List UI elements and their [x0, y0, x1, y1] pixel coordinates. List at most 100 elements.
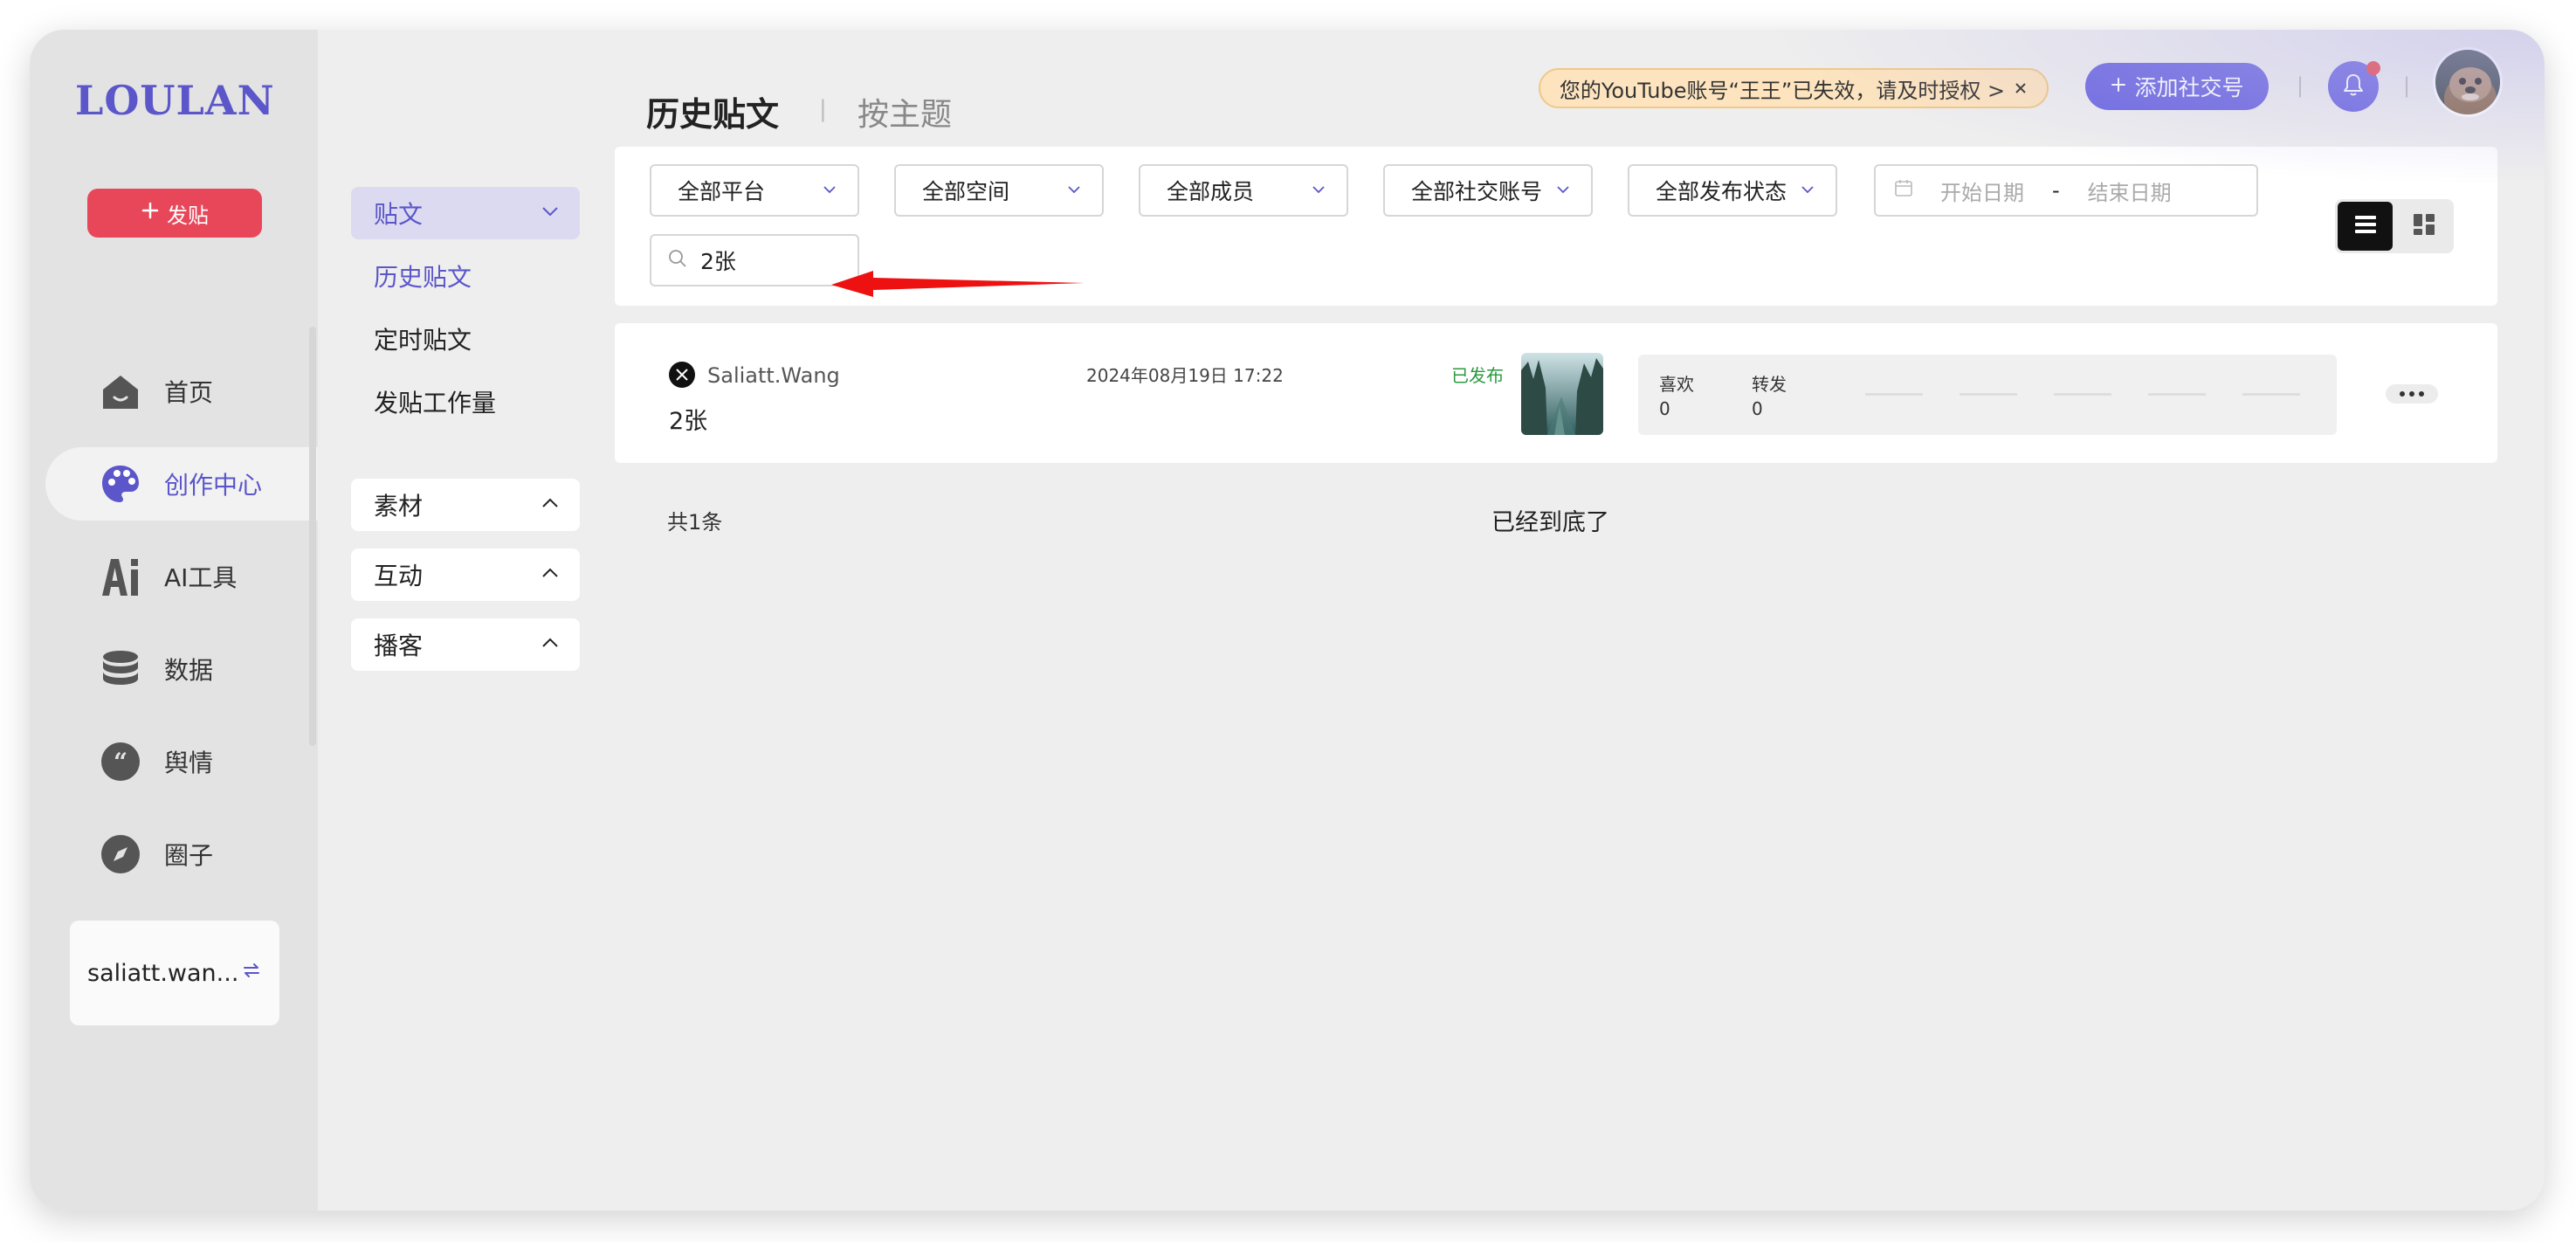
account-switcher[interactable]: saliatt.wan... — [70, 921, 279, 1025]
submenu: 贴文 历史贴文 定时贴文 发贴工作量 素材 互动 播客 — [351, 187, 580, 671]
user-avatar[interactable] — [2433, 47, 2503, 117]
publish-status-filter-value: 全部发布状态 — [1656, 179, 1787, 204]
list-view-button[interactable] — [2338, 202, 2393, 251]
stat-placeholder — [1865, 393, 1923, 396]
social-account-filter[interactable]: 全部社交账号 — [1383, 164, 1593, 217]
submenu-group-podcast-label: 播客 — [374, 631, 424, 660]
nav-item-circle[interactable]: 圈子 — [45, 818, 318, 891]
switch-icon[interactable] — [241, 960, 262, 987]
more-dot — [2409, 391, 2414, 397]
submenu-group-podcast[interactable]: 播客 — [351, 618, 580, 671]
sidebar-scrollbar[interactable] — [309, 327, 316, 746]
more-actions-button[interactable] — [2386, 384, 2438, 404]
plus-icon — [2110, 74, 2127, 100]
compass-icon — [100, 833, 141, 875]
nav-label-data: 数据 — [164, 656, 214, 685]
post-thumbnail[interactable] — [1521, 353, 1603, 435]
quote-icon: “ — [100, 741, 141, 783]
publish-status-filter[interactable]: 全部发布状态 — [1628, 164, 1837, 217]
table-row[interactable]: Saliatt.Wang 2张 2024年08月19日 17:22 已发布 喜欢… — [615, 323, 2497, 463]
bell-icon — [2340, 72, 2366, 101]
chevron-up-icon — [540, 561, 561, 590]
nav-label-circle: 圈子 — [164, 841, 214, 870]
list-icon — [2352, 211, 2379, 241]
database-icon — [100, 648, 141, 690]
search-input[interactable] — [700, 247, 831, 273]
nav-item-data[interactable]: 数据 — [45, 632, 318, 706]
post-stats: 喜欢 0 转发 0 — [1638, 355, 2337, 435]
nav-item-ai-tools[interactable]: AI工具 — [45, 540, 318, 613]
header-divider: | — [2403, 73, 2411, 98]
tab-divider: | — [819, 96, 827, 122]
nav-label-public-opinion: 舆情 — [164, 749, 214, 777]
chevron-up-icon — [540, 631, 561, 659]
notification-badge — [2366, 61, 2380, 75]
add-social-account-label: 添加社交号 — [2134, 76, 2244, 100]
social-account-filter-value: 全部社交账号 — [1411, 179, 1543, 204]
close-icon[interactable] — [2014, 76, 2028, 100]
post-author: Saliatt.Wang — [707, 363, 840, 388]
nav-item-public-opinion[interactable]: “ 舆情 — [45, 725, 318, 798]
header-divider: | — [2297, 73, 2304, 98]
stat-placeholder — [2148, 393, 2206, 396]
platform-filter[interactable]: 全部平台 — [650, 164, 859, 217]
grid-view-button[interactable] — [2396, 202, 2451, 251]
search-box[interactable] — [650, 234, 859, 286]
chevron-down-icon — [1554, 178, 1572, 204]
member-filter[interactable]: 全部成员 — [1139, 164, 1348, 217]
svg-text:“: “ — [114, 748, 127, 776]
stat-placeholder — [1960, 393, 2017, 396]
chevron-down-icon — [1799, 178, 1816, 204]
tab-by-topic[interactable]: 按主题 — [858, 89, 952, 135]
tab-history-posts[interactable]: 历史贴文 — [646, 87, 779, 135]
submenu-group-interaction-label: 互动 — [374, 562, 424, 590]
date-range-picker[interactable]: 开始日期 - 结束日期 — [1874, 164, 2258, 217]
start-date-placeholder[interactable]: 开始日期 — [1940, 176, 2024, 206]
nav-item-creation-center[interactable]: 创作中心 — [45, 447, 318, 521]
submenu-item-history-posts[interactable]: 历史贴文 — [351, 245, 580, 307]
nav-item-home[interactable]: 首页 — [45, 355, 318, 428]
palette-icon — [100, 463, 141, 505]
plus-icon — [141, 201, 160, 226]
create-post-button[interactable]: 发贴 — [87, 189, 262, 238]
submenu-item-post-workload[interactable]: 发贴工作量 — [351, 370, 580, 433]
nav-label-home: 首页 — [164, 378, 214, 407]
end-of-list-message: 已经到底了 — [1491, 509, 1609, 536]
submenu-group-interaction[interactable]: 互动 — [351, 549, 580, 601]
nav-label-ai-tools: AI工具 — [164, 563, 238, 592]
create-post-label: 发贴 — [167, 204, 209, 228]
app-logo: LOULAN — [75, 77, 275, 124]
submenu-group-posts[interactable]: 贴文 — [351, 187, 580, 239]
view-mode-toggle — [2335, 199, 2454, 253]
account-name: saliatt.wan... — [87, 959, 239, 987]
status-badge: 已发布 — [1451, 365, 1504, 386]
end-date-placeholder[interactable]: 结束日期 — [2088, 176, 2172, 206]
notice-text: 您的YouTube账号“王王”已失效，请及时授权 > — [1559, 78, 2006, 103]
submenu-group-material[interactable]: 素材 — [351, 479, 580, 531]
ai-icon — [100, 555, 141, 597]
add-social-account-button[interactable]: 添加社交号 — [2085, 63, 2269, 110]
post-time: 2024年08月19日 17:22 — [1086, 365, 1284, 386]
submenu-item-scheduled-posts[interactable]: 定时贴文 — [351, 307, 580, 370]
chevron-down-icon — [1065, 178, 1083, 204]
post-content[interactable]: 2张 — [669, 402, 707, 436]
space-filter[interactable]: 全部空间 — [894, 164, 1104, 217]
stat-placeholder — [2054, 393, 2111, 396]
reposts-count: 0 — [1752, 398, 1763, 419]
sidebar: LOULAN 发贴 首页 创作中心 AI工具 数据 “ 舆情 圈子 saliat… — [30, 30, 318, 1211]
search-icon — [667, 248, 688, 273]
submenu-group-posts-label: 贴文 — [374, 200, 424, 229]
app-window: LOULAN 发贴 首页 创作中心 AI工具 数据 “ 舆情 圈子 saliat… — [30, 30, 2545, 1211]
likes-count: 0 — [1659, 398, 1670, 419]
platform-filter-value: 全部平台 — [678, 179, 766, 204]
chevron-down-icon — [1310, 178, 1327, 204]
chevron-up-icon — [540, 491, 561, 520]
space-filter-value: 全部空间 — [922, 179, 1010, 204]
home-icon — [100, 370, 141, 412]
calendar-icon — [1893, 177, 1914, 204]
more-dot — [2419, 391, 2424, 397]
date-range-separator: - — [2052, 178, 2060, 203]
reposts-label: 转发 — [1752, 374, 1787, 395]
auth-expired-notice[interactable]: 您的YouTube账号“王王”已失效，请及时授权 > — [1539, 68, 2049, 108]
member-filter-value: 全部成员 — [1167, 179, 1255, 204]
